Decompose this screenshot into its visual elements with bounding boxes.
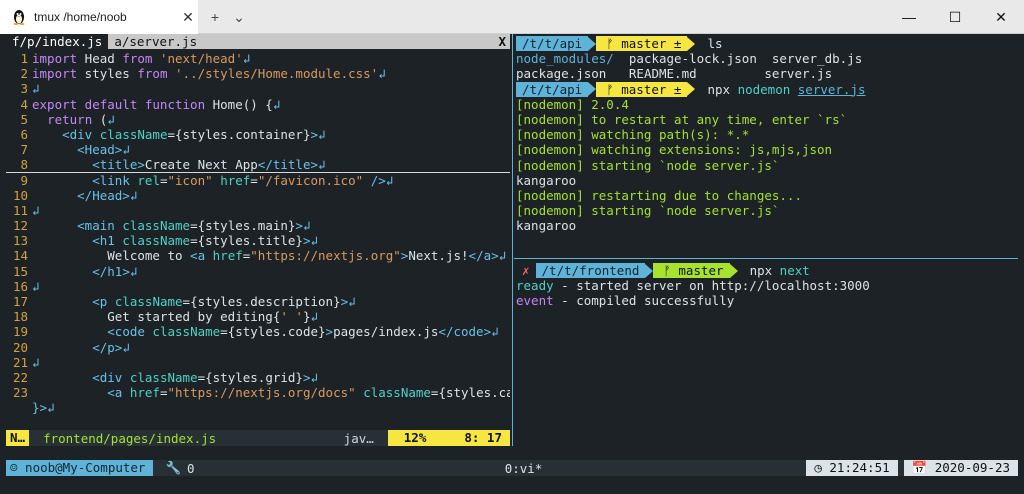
tab-dropdown-icon[interactable]: ⌄ [228, 0, 250, 34]
prompt-command: npx nodemon server.js [707, 81, 866, 97]
prompt-path: /t/t/api [516, 81, 589, 97]
code-view[interactable]: 1 import Head from 'next/head'↲ 2 import s… [6, 51, 510, 446]
code-line: 15 </h1>↲ [12, 263, 138, 279]
code-line: 12 <main className={styles.main}>↲ [12, 218, 311, 234]
buffer-line: f/p/index.js a/server.js X [6, 34, 510, 49]
code-line-cursor: 8 <title>Create Next App</title>↲ [6, 157, 510, 173]
shell-prompt: /t/t/api ᚠ master ± ls [516, 36, 1018, 52]
code-line: 22 <div className={styles.grid}>↲ [12, 369, 319, 385]
code-line: 6 <div className={styles.container}>↲ [20, 126, 326, 142]
window-titlebar: tmux /home/noob ✕ + ⌄ — ☐ ✕ [0, 0, 1024, 34]
code-line: 18 Get started by editing{' '}↲ [12, 309, 318, 325]
shell-pane-frontend[interactable]: ✗ /t/t/frontend ᚠ master npx next ready - s… [516, 263, 1018, 309]
minimize-button[interactable]: — [886, 0, 932, 34]
code-line: 7 <Head>↲ [20, 142, 130, 158]
code-line: 16 ↲ [12, 278, 40, 294]
editor-statusline: N… frontend/pages/index.js jav… 12% 8: 1… [6, 430, 510, 446]
code-line: 10 </Head>↲ [12, 187, 138, 203]
prompt-arrow-icon [645, 263, 654, 278]
shell-prompt: /t/t/api ᚠ master ± npx nodemon server.js [516, 81, 1018, 97]
date: 📅 2020-09-23 [903, 460, 1018, 476]
code-line: 13 <h1 className={styles.title}>↲ [12, 233, 319, 249]
status-filetype: jav… [343, 430, 374, 446]
linux-penguin-icon [12, 9, 26, 25]
output-line: [nodemon] 2.0.4 [516, 96, 629, 112]
output-line: ready - started server on http://localho… [516, 278, 870, 294]
output-line: [nodemon] starting `node server.js` [516, 157, 780, 173]
prompt-git: ᚠ master [653, 263, 730, 279]
code-line: 14 Welcome to <a href="https://nextjs.or… [12, 248, 507, 264]
code-line: 20 </p>↲ [12, 339, 130, 355]
code-line: 2 import styles from '../styles/Home.modu… [20, 66, 386, 82]
terminal-area[interactable]: f/p/index.js a/server.js X 1 import Head … [6, 34, 1018, 490]
prompt-git: ᚠ master ± [596, 36, 688, 52]
output-line: kangaroo [516, 172, 577, 188]
status-percent: 12% [387, 430, 443, 446]
prompt-arrow-icon [588, 82, 597, 97]
calendar-icon: 📅 [911, 460, 928, 475]
session-count: 0 [187, 460, 195, 476]
code-line: 11 ↲ [12, 202, 40, 218]
new-tab-button[interactable]: + [204, 0, 226, 34]
output-line: [nodemon] watching extensions: js,mjs,js… [516, 142, 833, 158]
close-window-button[interactable]: ✕ [978, 0, 1024, 34]
maximize-button[interactable]: ☐ [932, 0, 978, 34]
output-line: kangaroo [516, 218, 577, 234]
code-line: 23 <a href="https://nextjs.org/docs" cla… [12, 385, 510, 401]
prompt-path: /t/t/api [516, 36, 589, 52]
shell-pane-api[interactable]: /t/t/api ᚠ master ± ls node_modules/ packa… [516, 36, 1018, 233]
prompt-arrow-icon [588, 36, 597, 51]
code-line: 21 ↲ [12, 354, 40, 370]
prompt-arrow-icon [729, 263, 738, 278]
ls-output-row: node_modules/ package-lock.json server_d… [516, 51, 863, 67]
buffer-close-button[interactable]: X [494, 34, 510, 49]
buffer-current[interactable]: f/p/index.js [6, 34, 108, 49]
tab-title: tmux /home/noob [34, 10, 127, 24]
prompt-arrow-icon [687, 36, 696, 51]
pane-divider-horizontal[interactable] [514, 258, 1018, 259]
code-line: 5 return (↲ [20, 111, 115, 127]
prompt-command: ls [707, 36, 723, 52]
tab-close-icon[interactable]: ✕ [178, 9, 198, 26]
code-line: 9 <link rel="icon" href="/favicon.ico" /… [20, 172, 394, 188]
output-line: [nodemon] to restart at any time, enter … [516, 111, 848, 127]
shell-prompt: ✗ /t/t/frontend ᚠ master npx next [516, 263, 1018, 279]
prompt-path: /t/t/frontend [535, 263, 646, 279]
prompt-git: ᚠ master ± [596, 81, 688, 97]
session-user: ☺ noob@My-Computer [6, 460, 154, 476]
status-position: 8: 17 [442, 430, 510, 446]
pane-divider-vertical[interactable] [512, 34, 513, 446]
wrench-icon: 🔧 [165, 460, 182, 475]
buffer-other[interactable]: a/server.js [108, 34, 204, 49]
code-line: }>↲ [32, 400, 55, 416]
error-mark-icon: ✗ [522, 263, 530, 279]
window-indicator[interactable]: 0:vi* [505, 461, 807, 476]
editor-pane[interactable]: f/p/index.js a/server.js X 1 import Head … [6, 34, 510, 446]
code-line: 1 import Head from 'next/head'↲ [20, 51, 251, 66]
clock: ◷ 21:24:51 [806, 460, 898, 476]
code-line: 4 export default function Home() {↲ [20, 96, 281, 112]
tmux-statusbar: ☺ noob@My-Computer 🔧 0 0:vi* ◷ 21:24:51 … [6, 460, 1018, 476]
status-file-path: frontend/pages/index.js [43, 430, 217, 446]
output-line: [nodemon] starting `node server.js` [516, 203, 780, 219]
prompt-command: npx next [749, 263, 810, 279]
ls-output-row: package.json README.md server.js [516, 66, 833, 82]
code-line: 17 <p className={styles.description}>↲ [12, 294, 356, 309]
prompt-arrow-icon [687, 82, 696, 97]
terminal-tab[interactable]: tmux /home/noob ✕ [0, 0, 198, 34]
output-line: [nodemon] restarting due to changes... [516, 187, 802, 203]
mode-indicator: N… [6, 430, 30, 446]
code-line: 19 <code className={styles.code}>pages/i… [12, 324, 499, 340]
code-line: 3 ↲ [20, 81, 40, 97]
output-line: [nodemon] watching path(s): *.* [516, 127, 750, 143]
output-line: event - compiled successfully [516, 293, 735, 309]
